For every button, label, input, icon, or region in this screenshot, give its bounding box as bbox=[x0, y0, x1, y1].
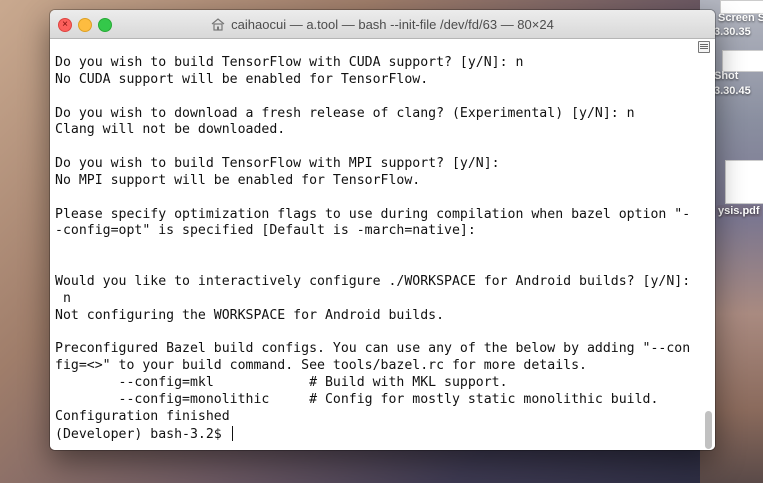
terminal-line: n bbox=[62, 290, 71, 306]
terminal-line: -config=opt" is specified [Default is -m… bbox=[55, 223, 476, 239]
terminal-line: Do you wish to build TensorFlow with MPI… bbox=[55, 156, 500, 172]
desktop-file-label[interactable]: Screen Shot bbox=[718, 12, 763, 24]
desktop-file-label[interactable]: ysis.pdf bbox=[716, 205, 762, 217]
scrollbar[interactable] bbox=[705, 411, 712, 449]
terminal-line: --config=mkl # Build with MKL support. bbox=[118, 375, 508, 391]
text-cursor bbox=[231, 425, 233, 441]
desktop-file-thumbnail[interactable] bbox=[722, 50, 763, 72]
terminal-line: Not configuring the WORKSPACE for Androi… bbox=[55, 307, 445, 323]
home-folder-icon bbox=[211, 17, 225, 31]
terminal-line: No CUDA support will be enabled for Tens… bbox=[55, 71, 429, 87]
shell-prompt: (Developer) bash-3.2$ bbox=[55, 426, 230, 442]
terminal-output[interactable]: Do you wish to build TensorFlow with CUD… bbox=[55, 55, 690, 443]
terminal-window[interactable]: × caihaocui — a.tool — bash --init-file … bbox=[50, 10, 715, 450]
terminal-line: No MPI support will be enabled for Tenso… bbox=[55, 172, 421, 188]
title-bar[interactable]: × caihaocui — a.tool — bash --init-file … bbox=[50, 10, 715, 39]
terminal-line: Would you like to interactively configur… bbox=[55, 273, 691, 289]
terminal-lines: Do you wish to build TensorFlow with CUD… bbox=[55, 55, 690, 424]
terminal-line: Preconfigured Bazel build configs. You c… bbox=[55, 341, 691, 357]
terminal-line: Do you wish to download a fresh release … bbox=[55, 105, 635, 121]
terminal-line: Clang will not be downloaded. bbox=[55, 122, 286, 138]
window-title-area: caihaocui — a.tool — bash --init-file /d… bbox=[50, 10, 715, 38]
terminal-line: Do you wish to build TensorFlow with CUD… bbox=[55, 55, 524, 70]
terminal-line: Please specify optimization flags to use… bbox=[55, 206, 691, 222]
window-title: caihaocui — a.tool — bash --init-file /d… bbox=[231, 16, 554, 32]
scroll-marks-icon[interactable] bbox=[698, 41, 710, 53]
desktop-file-label[interactable]: Shot bbox=[714, 70, 738, 82]
desktop-file-label[interactable]: 3.30.35 bbox=[714, 26, 751, 38]
terminal-line: Configuration finished bbox=[55, 408, 230, 424]
desktop-file-label[interactable]: 3.30.45 bbox=[714, 85, 751, 97]
terminal-content[interactable]: Do you wish to build TensorFlow with CUD… bbox=[50, 39, 715, 450]
desktop-file-thumbnail[interactable] bbox=[725, 160, 763, 204]
terminal-line: fig=<>" to your build command. See tools… bbox=[55, 358, 587, 374]
terminal-line: --config=monolithic # Config for mostly … bbox=[118, 391, 659, 407]
